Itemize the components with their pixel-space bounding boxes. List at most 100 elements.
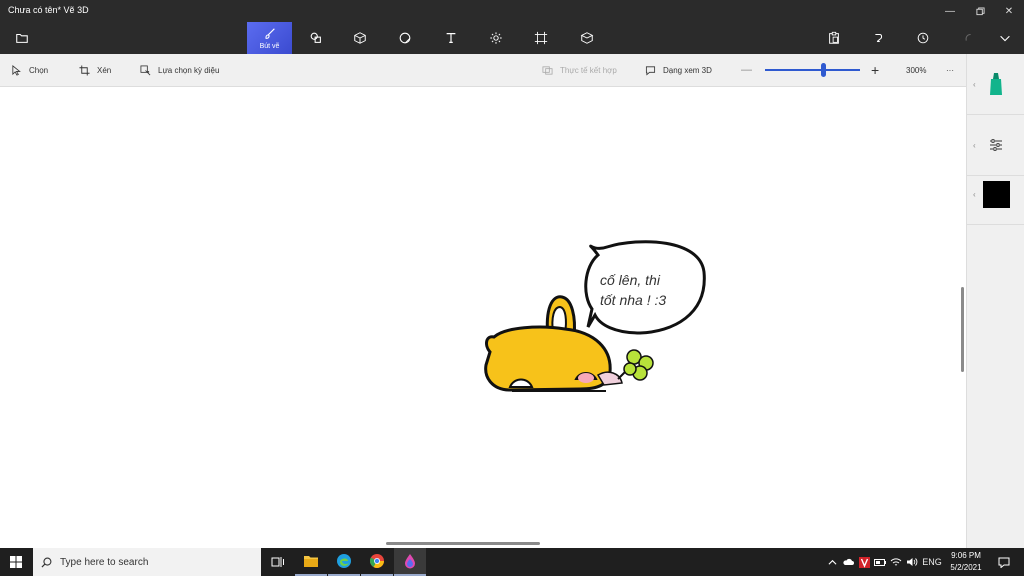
brush-icon xyxy=(264,27,275,39)
expand-ribbon-button[interactable] xyxy=(985,22,1024,54)
mixed-reality-label: Thực tế kết hợp xyxy=(560,65,617,75)
tab-brushes-label: Bút vẽ xyxy=(259,42,280,50)
history-icon xyxy=(917,32,929,44)
crop-icon xyxy=(79,64,90,76)
redo-button[interactable] xyxy=(946,22,990,54)
horizontal-scrollbar[interactable] xyxy=(386,542,540,545)
cube-icon xyxy=(354,32,366,44)
select-button[interactable]: Chọn xyxy=(11,54,48,86)
magic-select-icon xyxy=(140,65,151,75)
sticker-icon xyxy=(399,32,411,44)
chrome-icon xyxy=(369,554,384,568)
brush-selector[interactable]: ‹ xyxy=(967,54,1024,115)
speech-bubble: cố lên, thi tốt nha ! :3 xyxy=(584,240,706,335)
window-title: Chưa có tên* Vẽ 3D xyxy=(8,5,89,15)
speaker-icon xyxy=(907,558,918,566)
redo-icon xyxy=(965,33,971,41)
color-picker[interactable]: ‹ xyxy=(967,164,1024,225)
minimize-button[interactable]: — xyxy=(935,0,965,22)
sliders-icon xyxy=(990,139,1002,151)
tab-brushes[interactable]: Bút vẽ xyxy=(247,22,292,54)
notifications-button[interactable] xyxy=(994,548,1014,576)
taskbar: Type here to search ENG 9:06 PM 5/2/2021 xyxy=(0,548,1024,576)
side-panel: ‹ ‹ ‹ xyxy=(966,54,1024,548)
tray-volume[interactable] xyxy=(905,548,919,576)
clock-time: 9:06 PM xyxy=(951,551,981,560)
speech-text-line1: cố lên, thi xyxy=(600,272,661,288)
close-button[interactable]: ✕ xyxy=(994,0,1024,22)
folder-icon xyxy=(304,556,318,567)
tab-3d-shapes[interactable] xyxy=(338,22,382,54)
start-button[interactable] xyxy=(0,548,32,576)
mixed-reality-button[interactable]: Thực tế kết hợp xyxy=(542,54,617,86)
search-placeholder: Type here to search xyxy=(60,556,149,568)
restore-button[interactable] xyxy=(965,0,995,22)
cloud-icon xyxy=(843,558,854,565)
zoom-percent[interactable]: 300% xyxy=(906,54,926,86)
zoom-slider-thumb[interactable] xyxy=(821,63,827,77)
tab-canvas[interactable] xyxy=(519,22,563,54)
task-view-icon xyxy=(271,557,284,567)
tray-overflow-button[interactable] xyxy=(826,548,838,576)
tray-battery[interactable] xyxy=(873,548,887,576)
magic-select-label: Lựa chọn kỳ diệu xyxy=(158,65,220,75)
tray-onedrive[interactable] xyxy=(841,548,855,576)
paint-3d-icon xyxy=(405,554,415,569)
chrome-app[interactable] xyxy=(361,548,393,576)
canvas-crop-icon xyxy=(534,31,548,45)
tab-stickers[interactable] xyxy=(383,22,427,54)
marker-icon xyxy=(990,73,1002,95)
folder-icon xyxy=(16,33,28,43)
clover-drawing xyxy=(617,349,654,381)
tab-effects[interactable] xyxy=(474,22,518,54)
ribbon-toolbar: Bút vẽ xyxy=(0,22,1024,54)
paint-3d-app[interactable] xyxy=(394,548,426,576)
zoom-in-button[interactable]: + xyxy=(871,54,879,86)
library-icon xyxy=(580,32,594,44)
paste-button[interactable] xyxy=(812,22,856,54)
effects-sun-icon xyxy=(490,32,502,44)
magic-select-button[interactable]: Lựa chọn kỳ diệu xyxy=(140,54,219,86)
file-explorer-app[interactable] xyxy=(295,548,327,576)
tab-3d-library[interactable] xyxy=(565,22,609,54)
zoom-out-button[interactable]: — xyxy=(741,54,752,86)
chevron-left-icon: ‹ xyxy=(973,140,976,150)
tab-2d-shapes[interactable] xyxy=(294,22,338,54)
canvas-artwork: cố lên, thi tốt nha ! :3 xyxy=(484,240,706,392)
select-label: Chọn xyxy=(29,65,49,75)
battery-icon xyxy=(873,558,886,566)
taskbar-clock[interactable]: 9:06 PM 5/2/2021 xyxy=(946,550,986,574)
task-view-button[interactable] xyxy=(262,548,294,576)
chevron-down-icon xyxy=(999,35,1010,42)
view-3d-button[interactable]: Dạng xem 3D xyxy=(645,54,712,86)
tray-vietkey[interactable] xyxy=(857,548,871,576)
more-options-button[interactable]: ··· xyxy=(946,54,954,86)
cursor-arrow-icon xyxy=(12,64,21,76)
color-swatch[interactable] xyxy=(982,180,1010,208)
search-icon xyxy=(41,557,52,568)
edge-app[interactable] xyxy=(328,548,360,576)
command-bar: Chọn Xén Lựa chọn kỳ diệu Thực tế kết hợ… xyxy=(0,54,966,87)
notification-icon xyxy=(998,557,1010,568)
undo-button[interactable] xyxy=(856,22,900,54)
wifi-icon xyxy=(890,558,902,566)
undo-icon xyxy=(875,33,883,43)
chevron-left-icon: ‹ xyxy=(973,189,976,199)
restore-icon xyxy=(975,6,985,15)
tray-wifi[interactable] xyxy=(889,548,903,576)
menu-button[interactable] xyxy=(0,22,44,54)
tray-language[interactable]: ENG xyxy=(921,548,943,576)
taskbar-search-box[interactable]: Type here to search xyxy=(33,548,261,576)
zoom-slider[interactable] xyxy=(765,54,860,86)
windows-logo-icon xyxy=(10,556,22,568)
chevron-left-icon: ‹ xyxy=(973,79,976,89)
tab-text[interactable] xyxy=(429,22,473,54)
title-bar: Chưa có tên* Vẽ 3D — ✕ xyxy=(0,0,1024,22)
view-3d-icon xyxy=(645,65,656,76)
mixed-reality-icon xyxy=(542,65,553,75)
history-button[interactable] xyxy=(901,22,945,54)
vertical-scrollbar[interactable] xyxy=(961,287,964,372)
drawing-canvas[interactable]: cố lên, thi tốt nha ! :3 xyxy=(0,87,966,548)
zoom-slider-track xyxy=(765,63,860,77)
crop-button[interactable]: Xén xyxy=(79,54,111,86)
